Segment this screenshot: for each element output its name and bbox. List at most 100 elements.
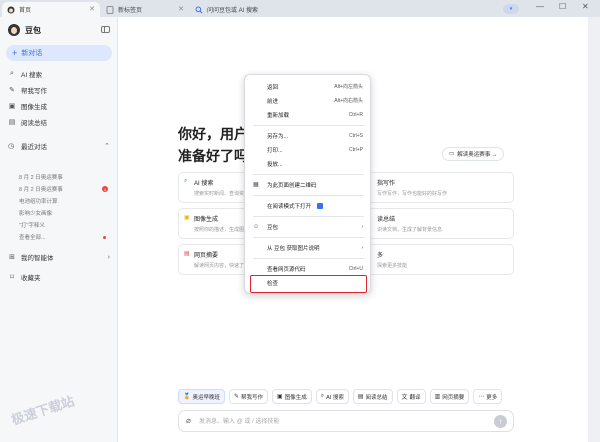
close-icon[interactable]: ✕ [89,5,95,13]
send-button[interactable]: ↑ [494,415,507,428]
menu-item-qr-code[interactable]: ▦ 为此页面创建二维码 [245,179,372,190]
recent-title: 最近对话 [21,144,47,151]
menu-item-forward[interactable]: 前进 Alt+向右箭头 [245,95,372,106]
menu-item-save-as[interactable]: 另存为... Ctrl+S [245,130,372,141]
sidebar-item-favorites[interactable]: ⌑ 收藏夹 [0,269,118,285]
skill-card-writing[interactable]: 指写作 写作写作，写作也能好的好写作 [366,172,514,203]
skill-card-reading[interactable]: 读总结 识读文档，生成了解背景信息 [366,208,514,239]
chip-ai-search[interactable]: ⌕ AI 搜索 [315,389,349,404]
menu-item-shortcut: Ctrl+S [348,132,363,139]
close-icon[interactable]: ✕ [178,5,184,13]
pen-icon: ✎ [234,394,240,400]
sidebar-item-reading[interactable]: ▤ 阅读总结 [0,114,118,130]
arrow-up-icon: ↑ [498,417,503,426]
menu-item-doubao[interactable]: ☺ 豆包 › [245,221,372,232]
page-icon [106,5,114,14]
card-desc: 按照你的描述，生成图像 [194,227,250,233]
book-icon: ▤ [357,394,364,400]
search-icon: ⌕ [184,178,188,184]
more-icon: ⋯ [478,394,485,400]
tab-new[interactable]: 新标签页 ✕ [101,2,189,17]
search-icon [195,6,203,14]
promo-label: 解读奥运赛事 → [457,152,498,158]
chip-olympics[interactable]: 🏅 奥运早晚班 [178,389,225,404]
message-input[interactable] [199,415,479,428]
translate-icon: 文 [401,395,408,401]
book-icon: ▤ [8,119,16,126]
tab-search-menu-button[interactable]: ▾ [503,4,519,14]
menu-item-label: 返回 [267,84,279,91]
image-icon: ▣ [277,394,283,400]
list-item[interactable]: 影响少女画像 [0,207,118,219]
menu-item-cast[interactable]: 投放... [245,158,372,169]
menu-divider [253,174,364,175]
greeting-line-2: 准备好了吗 [178,148,248,164]
menu-item-label: 豆包 [267,224,279,231]
sidebar-item-agents[interactable]: ⊞ 我的智能体 › [0,249,118,265]
recent-section-header[interactable]: ◷ 最近对话 ⌃ [0,139,118,153]
chip-more[interactable]: ⋯ 更多 [473,389,503,404]
chip-image[interactable]: ▣ 图像生成 [272,389,312,404]
chip-webpage-summary[interactable]: ▥ 网页摘要 [429,389,470,404]
chip-writing[interactable]: ✎ 帮我写作 [229,389,269,404]
card-desc: 搜索实时新闻、查询资料 [194,191,250,197]
recent-list: 8 月 2 日奥运赛事 8 月 2 日奥运赛事 4 电池组功率计算 影响少女画像… [0,171,118,243]
chip-label: 奥运早晚班 [192,394,220,401]
menu-divider [253,195,364,196]
menu-divider [253,237,364,238]
tab-label: 问问豆包或 AI 搜索 [207,8,259,14]
home-tab-icon [7,6,15,14]
list-item[interactable]: 8 月 2 日奥运赛事 [0,171,118,183]
menu-item-label: 另存为... [267,133,289,140]
context-menu: 返回 Alt+向左箭头 前进 Alt+向右箭头 重新加载 Ctrl+R 另存为.… [244,74,371,294]
attachment-icon[interactable]: ⌀ [186,416,191,425]
new-chat-label: 新对话 [21,50,43,57]
sidebar-item-ai-search[interactable]: ⌕ AI 搜索 [0,66,118,82]
sidebar-item-label: 我的智能体 [21,255,54,262]
close-window-icon[interactable]: ✕ [582,2,589,11]
menu-item-reader-mode[interactable]: 在阅读模式下打开 [245,200,372,211]
sidebar-item-label: AI 搜索 [21,72,42,79]
sidebar: 豆包 + 新对话 ⌕ AI 搜索 ✎ 帮我写作 ▣ 图像生成 ▤ 阅读总结 ◷ … [0,17,118,442]
image-icon: ▣ [184,215,190,221]
menu-item-shortcut: Ctrl+P [348,146,363,153]
chip-reading[interactable]: ▤ 阅读总结 [352,389,393,404]
chip-label: 网页摘要 [442,394,465,401]
sidebar-item-label: 帮我写作 [21,88,47,95]
menu-item-print[interactable]: 打印... Ctrl+P [245,144,372,155]
menu-item-image-description[interactable]: 从 豆包 获取图片说明 › [245,242,372,253]
list-item-label: 8 月 2 日奥运赛事 [19,187,63,193]
brand: 豆包 [8,24,41,36]
list-item[interactable]: "打"字释义 [0,219,118,231]
list-item[interactable]: 电池组功率计算 [0,195,118,207]
tab-home[interactable]: 首页 ✕ [2,2,100,17]
card-title: 读总结 [377,217,396,223]
sidebar-item-writing[interactable]: ✎ 帮我写作 [0,82,118,98]
list-item-label: 8 月 2 日奥运赛事 [19,175,63,181]
chip-label: AI 搜索 [326,394,344,401]
card-title: 多 [377,253,384,259]
menu-item-shortcut: Ctrl+R [348,111,363,118]
image-icon: ▣ [8,103,16,110]
menu-item-back[interactable]: 返回 Alt+向左箭头 [245,81,372,92]
list-item[interactable]: 8 月 2 日奥运赛事 4 [0,183,118,195]
tab-search[interactable]: 问问豆包或 AI 搜索 [190,2,340,17]
skill-card-more[interactable]: 多 探索更多技能 [366,244,514,275]
chip-translate[interactable]: 文翻译 [396,389,426,404]
sidebar-item-image[interactable]: ▣ 图像生成 [0,98,118,114]
maximize-icon[interactable]: ☐ [559,2,566,11]
new-chat-button[interactable]: + 新对话 [6,45,112,61]
view-all-link[interactable]: 查看全部... [0,231,118,243]
grid-icon: ⊞ [9,254,15,261]
promo-button[interactable]: ▭ 解读奥运赛事 → [442,147,505,161]
minimize-icon[interactable]: — [536,2,544,11]
tab-label: 首页 [19,8,32,14]
chevron-right-icon: › [107,253,110,261]
chip-label: 阅读总结 [365,394,388,401]
sidebar-toggle-icon[interactable] [101,26,110,33]
menu-item-view-source[interactable]: 查看网页源代码 Ctrl+U [245,263,372,274]
card-desc: 解读网页内容，快速了解 [194,263,250,269]
card-title: AI 搜索 [194,181,214,187]
tv-icon: ▭ [449,151,455,157]
menu-item-reload[interactable]: 重新加载 Ctrl+R [245,109,372,120]
